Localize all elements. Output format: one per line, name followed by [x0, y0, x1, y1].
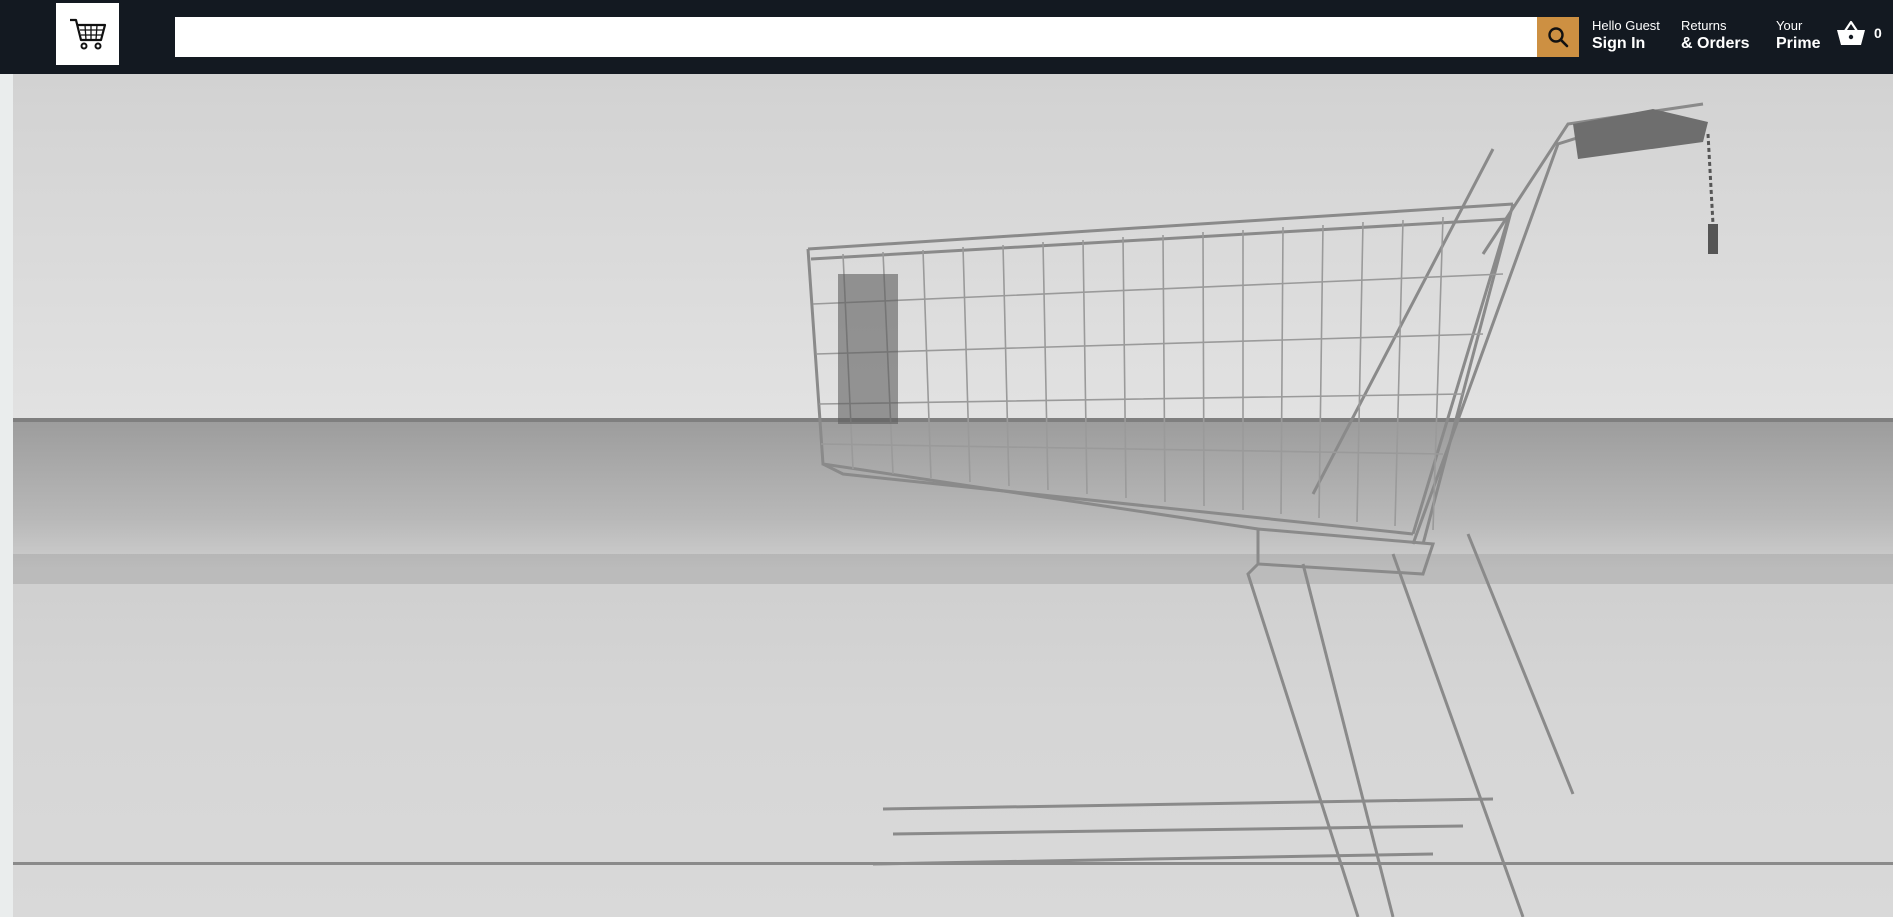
nav-greeting: Hello Guest: [1592, 18, 1660, 33]
basket-icon: [1837, 20, 1865, 45]
search-input[interactable]: [175, 17, 1537, 57]
search-icon: [1548, 27, 1569, 48]
nav-returns-orders[interactable]: Returns & Orders: [1681, 18, 1749, 54]
nav-sign-in-label: Sign In: [1592, 35, 1646, 52]
nav-your-label: Your: [1776, 18, 1803, 33]
nav-prime-label: Prime: [1776, 35, 1821, 52]
header: Hello Guest Sign In Returns & Orders You…: [0, 0, 1893, 74]
search-bar: [175, 17, 1579, 57]
shopping-cart-icon: [69, 18, 106, 50]
nav-returns-label: Returns: [1681, 18, 1727, 33]
search-button[interactable]: [1537, 17, 1579, 57]
nav-prime[interactable]: Your Prime: [1776, 18, 1820, 54]
logo[interactable]: [56, 3, 119, 65]
nav-orders-label: & Orders: [1681, 35, 1750, 52]
hero-banner: [13, 74, 1893, 917]
basket-button[interactable]: 0: [1836, 20, 1882, 46]
basket-count: 0: [1874, 25, 1882, 41]
shopping-cart-photo: [806, 102, 1718, 917]
nav-sign-in[interactable]: Hello Guest Sign In: [1592, 18, 1660, 54]
